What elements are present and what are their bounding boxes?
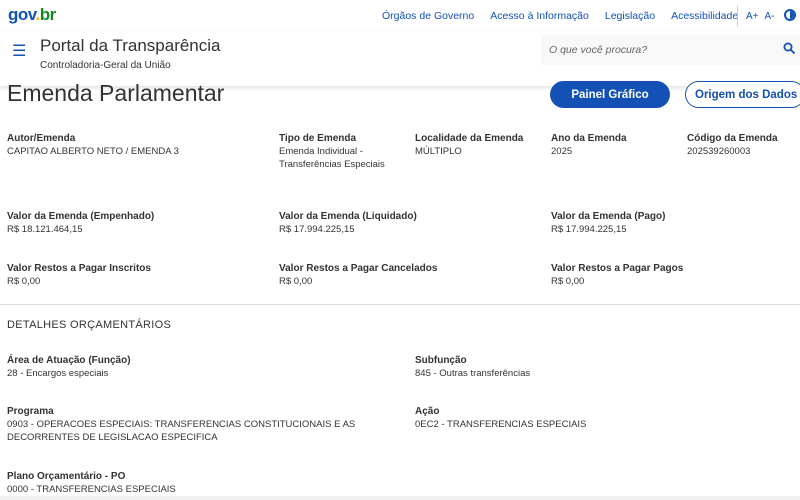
field-label: Ano da Emenda	[551, 133, 627, 144]
field-value: 28 - Encargos especiais	[7, 368, 109, 379]
field-valor-liquidado: Valor da Emenda (Liquidado) R$ 17.994.22…	[279, 210, 417, 236]
field-value: 2025	[551, 146, 573, 157]
field-label: Programa	[7, 406, 54, 417]
font-decrease-button[interactable]: A-	[765, 11, 775, 22]
contrast-icon[interactable]	[784, 9, 796, 21]
field-value: R$ 17.994.225,15	[279, 224, 355, 235]
field-label: Plano Orçamentário - PO	[7, 471, 126, 482]
hamburger-menu-icon[interactable]: ☰	[12, 41, 26, 61]
gov-br-logo[interactable]: gov.br	[8, 5, 56, 25]
field-value: R$ 0,00	[279, 276, 313, 287]
field-area-atuacao: Área de Atuação (Função) 28 - Encargos e…	[7, 354, 131, 380]
font-size-controls: A+ A-	[746, 11, 775, 22]
field-value: 0000 - TRANSFERENCIAS ESPECIAIS	[7, 484, 176, 495]
field-label: Tipo de Emenda	[279, 133, 357, 144]
field-plano-orcamentario: Plano Orçamentário - PO 0000 - TRANSFERE…	[7, 470, 176, 496]
field-codigo: Código da Emenda 202539260003	[687, 132, 778, 158]
field-value: 202539260003	[687, 146, 751, 157]
field-value: 0EC2 - TRANSFERENCIAS ESPECIAIS	[415, 419, 587, 430]
link-legislacao[interactable]: Legislação	[605, 10, 655, 22]
section-divider	[0, 304, 800, 305]
field-label: Valor da Emenda (Liquidado)	[279, 211, 417, 222]
field-localidade: Localidade da Emenda MÚLTIPLO	[415, 132, 523, 158]
field-value: R$ 0,00	[551, 276, 585, 287]
field-value: DECORRENTES DE LEGISLACAO ESPECIFICA	[7, 432, 218, 443]
field-acao: Ação 0EC2 - TRANSFERENCIAS ESPECIAIS	[415, 405, 586, 431]
search-icon[interactable]	[783, 42, 795, 54]
search-box	[541, 35, 800, 65]
field-subfuncao: Subfunção 845 - Outras transferências	[415, 354, 530, 380]
portal-title[interactable]: Portal da Transparência	[40, 36, 221, 56]
gov-divider	[737, 6, 738, 26]
field-label: Ação	[415, 406, 440, 417]
field-value: R$ 17.994.225,15	[551, 224, 627, 235]
field-value: CAPITAO ALBERTO NETO / EMENDA 3	[7, 146, 179, 157]
field-restos-inscritos: Valor Restos a Pagar Inscritos R$ 0,00	[7, 262, 151, 288]
field-value: R$ 0,00	[7, 276, 41, 287]
field-value: Emenda Individual -	[279, 146, 363, 157]
field-label: Valor da Emenda (Empenhado)	[7, 211, 155, 222]
font-increase-button[interactable]: A+	[746, 11, 759, 22]
origem-dados-button[interactable]: Origem dos Dados	[685, 81, 800, 108]
field-programa: Programa 0903 - OPERACOES ESPECIAIS: TRA…	[7, 405, 355, 444]
link-orgaos-governo[interactable]: Órgãos de Governo	[382, 10, 474, 22]
link-acessibilidade[interactable]: Acessibilidade	[671, 10, 738, 22]
field-ano: Ano da Emenda 2025	[551, 132, 627, 158]
field-value: MÚLTIPLO	[415, 146, 462, 157]
site-header: ☰ Portal da Transparência Controladoria-…	[0, 32, 800, 86]
field-label: Localidade da Emenda	[415, 133, 524, 144]
field-label: Autor/Emenda	[7, 133, 76, 144]
field-valor-pago: Valor da Emenda (Pago) R$ 17.994.225,15	[551, 210, 665, 236]
field-valor-empenhado: Valor da Emenda (Empenhado) R$ 18.121.46…	[7, 210, 154, 236]
field-value: R$ 18.121.464,15	[7, 224, 83, 235]
link-acesso-informacao[interactable]: Acesso à Informação	[490, 10, 589, 22]
field-value: 845 - Outras transferências	[415, 368, 531, 379]
field-label: Código da Emenda	[687, 133, 778, 144]
field-label: Valor Restos a Pagar Pagos	[551, 263, 684, 274]
field-value: 0903 - OPERACOES ESPECIAIS: TRANSFERENCI…	[7, 419, 356, 430]
field-label: Área de Atuação (Função)	[7, 355, 131, 366]
search-input[interactable]	[549, 41, 769, 59]
page-title: Emenda Parlamentar	[7, 80, 225, 106]
gov-links: Órgãos de Governo Acesso à Informação Le…	[382, 10, 738, 22]
section-title-detalhes: DETALHES ORÇAMENTÁRIOS	[7, 319, 172, 331]
field-value: Transferências Especiais	[279, 159, 385, 170]
field-restos-cancelados: Valor Restos a Pagar Cancelados R$ 0,00	[279, 262, 437, 288]
field-restos-pagos: Valor Restos a Pagar Pagos R$ 0,00	[551, 262, 683, 288]
field-label: Valor da Emenda (Pago)	[551, 211, 666, 222]
field-tipo: Tipo de Emenda Emenda Individual - Trans…	[279, 132, 385, 171]
bottom-bar	[0, 496, 800, 500]
field-label: Subfunção	[415, 355, 467, 366]
portal-subtitle: Controladoria-Geral da União	[40, 60, 171, 71]
field-autor: Autor/Emenda CAPITAO ALBERTO NETO / EMEN…	[7, 132, 179, 158]
field-label: Valor Restos a Pagar Cancelados	[279, 263, 438, 274]
field-label: Valor Restos a Pagar Inscritos	[7, 263, 151, 274]
painel-grafico-button[interactable]: Painel Gráfico	[550, 81, 670, 108]
gov-bar: gov.br Órgãos de Governo Acesso à Inform…	[0, 0, 800, 32]
